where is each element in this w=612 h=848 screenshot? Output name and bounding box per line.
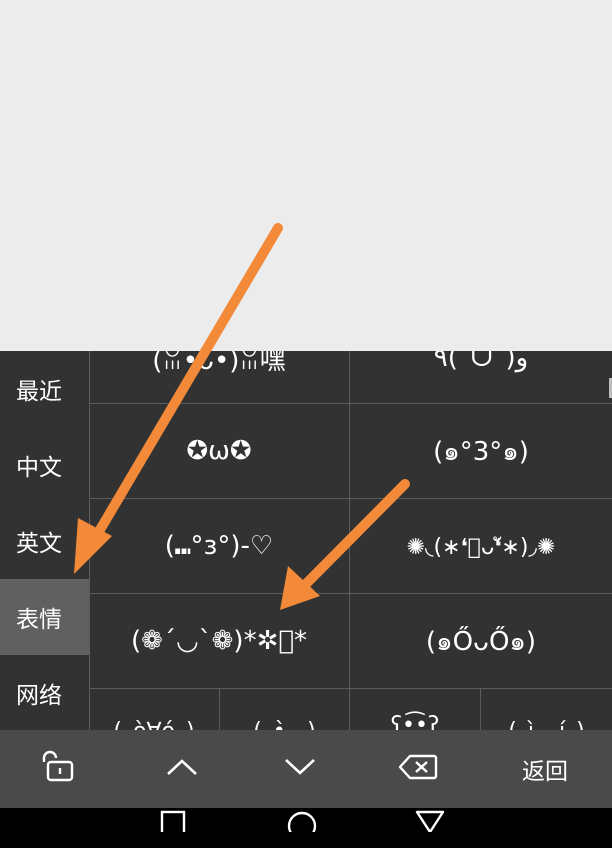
emoticon-text: ✪ω✪ bbox=[186, 436, 252, 466]
emoticon-text: (｡ò∀ó｡) bbox=[113, 713, 194, 730]
square-icon bbox=[159, 808, 187, 840]
home-button[interactable] bbox=[272, 808, 332, 848]
backspace-icon bbox=[398, 753, 438, 785]
page-up-button[interactable] bbox=[144, 730, 220, 808]
emoticon-text: (｡ì _ í｡) bbox=[508, 713, 584, 730]
emoticon-cell[interactable]: (｡ò∀ó｡) bbox=[89, 689, 219, 730]
emoticon-text: (๑ŐᴗŐ๑) bbox=[425, 626, 537, 657]
emoticon-text: ʕ•̫͡•ʔ bbox=[390, 713, 440, 730]
emoticon-cell[interactable]: ✪ω✪ bbox=[89, 404, 349, 498]
emoticon-cell[interactable]: (｡•̀ᴗ-) bbox=[220, 689, 349, 730]
keyboard-toolbar: 返回 bbox=[0, 730, 612, 808]
sidebar-item-label: 英文 bbox=[16, 531, 62, 557]
emoticon-grid: (ꈍ•ᴗ•)ꈍ嘿 ٩(ˊᗜˋ)و ✪ω✪ (๑°3°๑) (⑉°з°)-♡ ✺◟… bbox=[89, 351, 612, 730]
sidebar-item-label: 表情 bbox=[16, 607, 62, 633]
emoticon-text: ٩(ˊᗜˋ)و bbox=[433, 351, 529, 373]
lock-icon bbox=[40, 750, 76, 788]
sidebar-item-emoticons[interactable]: 表情 bbox=[0, 579, 89, 655]
sidebar-item-label: 中文 bbox=[16, 455, 62, 481]
recent-apps-button[interactable] bbox=[143, 808, 203, 848]
sidebar-item-chinese[interactable]: 中文 bbox=[0, 427, 89, 503]
system-nav-bar bbox=[0, 808, 612, 848]
return-button[interactable]: 返回 bbox=[500, 730, 590, 808]
emoticon-text: (｡•̀ᴗ-) bbox=[253, 713, 316, 730]
emoticon-text: (⑉°з°)-♡ bbox=[164, 531, 274, 561]
chevron-down-icon bbox=[283, 757, 317, 781]
emoticon-cell[interactable]: ✺◟(∗❛ัᴗ❛ั∗)◞✺ bbox=[350, 499, 612, 593]
circle-icon bbox=[286, 808, 318, 841]
emoticon-cell[interactable]: (๑ŐᴗŐ๑) bbox=[350, 594, 612, 688]
sidebar-item-label: 最近 bbox=[16, 379, 62, 405]
emoticon-cell[interactable]: (๑°3°๑) bbox=[350, 404, 612, 498]
lock-button[interactable] bbox=[20, 730, 96, 808]
back-button[interactable] bbox=[400, 808, 460, 848]
backspace-button[interactable] bbox=[380, 730, 456, 808]
emoticon-cell[interactable]: ʕ•̫͡•ʔ bbox=[350, 689, 480, 730]
emoticon-text: (❁´◡`❁)*✲ﾟ* bbox=[131, 626, 307, 656]
emoticon-keyboard: 最近 中文 英文 表情 网络 (ꈍ•ᴗ•)ꈍ嘿 ٩(ˊᗜˋ)و ✪ω✪ (๑°3… bbox=[0, 351, 612, 730]
triangle-icon bbox=[414, 808, 446, 836]
emoticon-cell[interactable]: (⑉°з°)-♡ bbox=[89, 499, 349, 593]
sidebar-item-english[interactable]: 英文 bbox=[0, 503, 89, 579]
return-label: 返回 bbox=[522, 759, 568, 785]
sidebar-item-label: 网络 bbox=[16, 683, 62, 709]
sidebar-item-recent[interactable]: 最近 bbox=[0, 351, 89, 427]
emoticon-cell[interactable]: (｡ì _ í｡) bbox=[481, 689, 612, 730]
text-area[interactable] bbox=[0, 0, 612, 351]
emoticon-text: (๑°3°๑) bbox=[433, 436, 529, 467]
emoticon-cell[interactable]: ٩(ˊᗜˋ)و bbox=[350, 351, 612, 403]
category-sidebar: 最近 中文 英文 表情 网络 bbox=[0, 351, 89, 730]
emoticon-text: ✺◟(∗❛ัᴗ❛ั∗)◞✺ bbox=[406, 534, 556, 560]
sidebar-item-internet[interactable]: 网络 bbox=[0, 655, 89, 730]
emoticon-text: (ꈍ•ᴗ•)ꈍ嘿 bbox=[152, 351, 286, 376]
page-down-button[interactable] bbox=[262, 730, 338, 808]
emoticon-cell[interactable]: (❁´◡`❁)*✲ﾟ* bbox=[89, 594, 349, 688]
chevron-up-icon bbox=[165, 757, 199, 781]
emoticon-cell[interactable]: (ꈍ•ᴗ•)ꈍ嘿 bbox=[89, 351, 349, 403]
